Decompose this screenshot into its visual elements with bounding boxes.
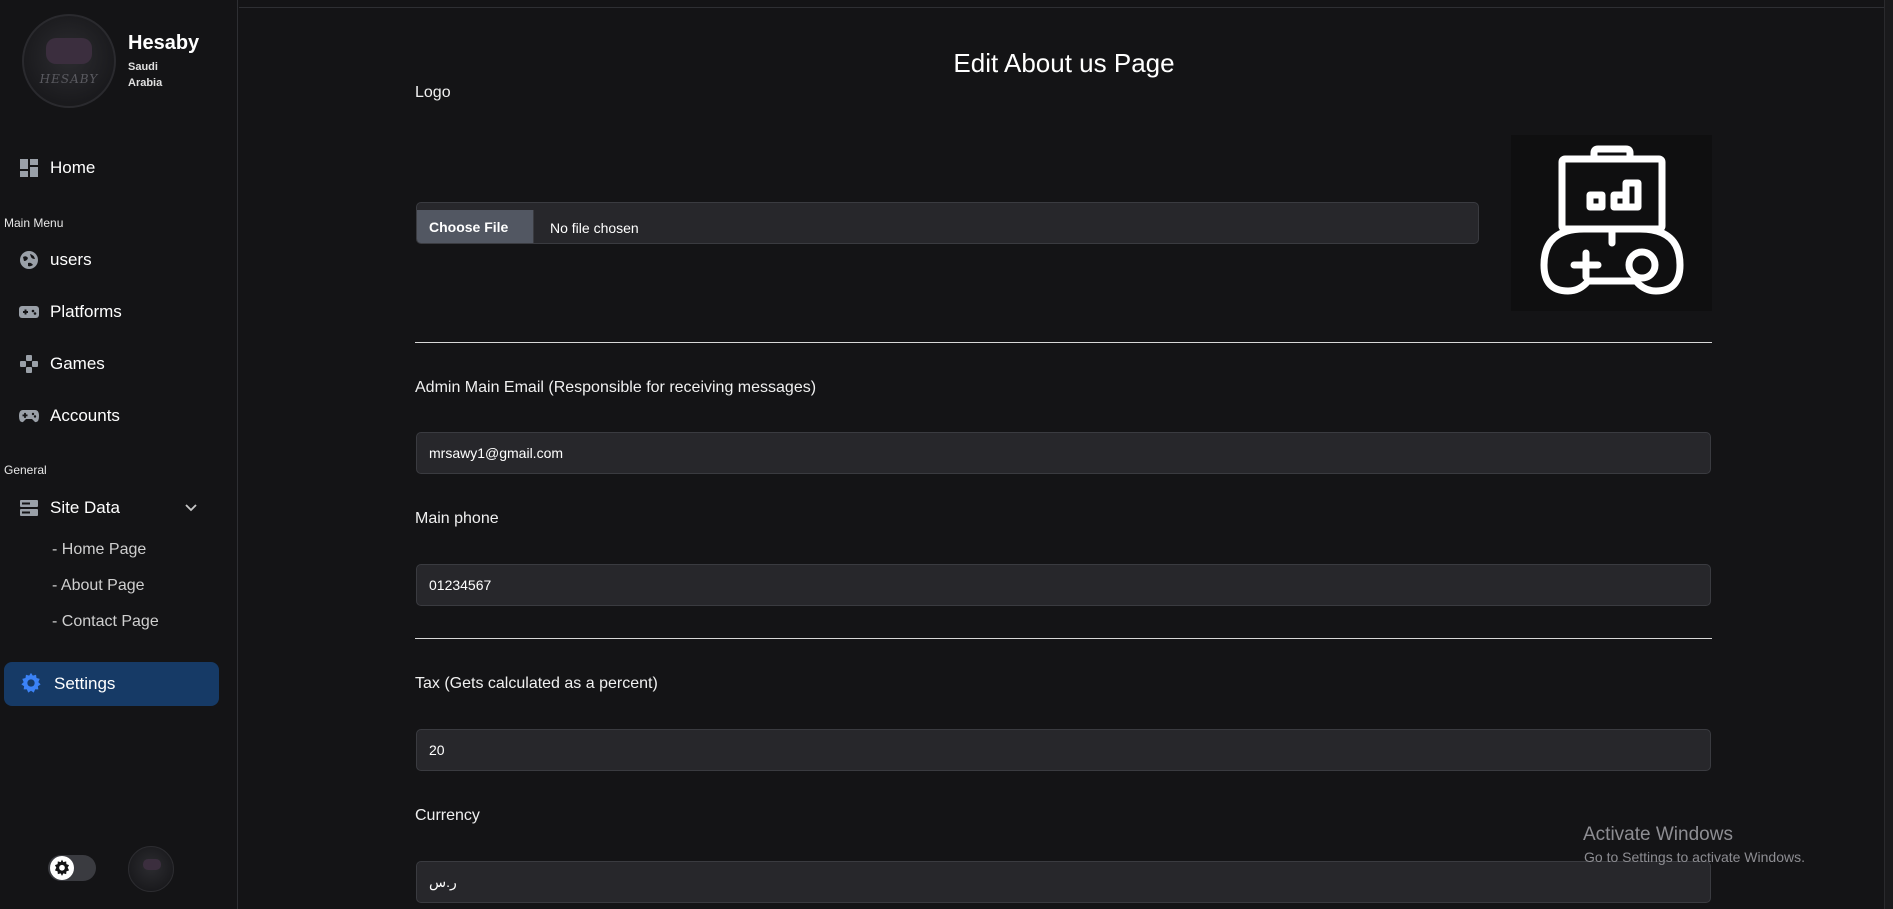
activate-windows-title: Activate Windows [1583, 824, 1733, 845]
tax-label: Tax (Gets calculated as a percent) [415, 675, 658, 692]
file-status: No file chosen [550, 220, 639, 236]
brand-name: Hesaby [128, 32, 200, 54]
logo-label: Logo [415, 84, 451, 101]
phone-field[interactable]: 01234567 [416, 564, 1711, 606]
sidebar-item-games[interactable]: Games [18, 352, 105, 376]
sidebar-item-settings[interactable]: Settings [4, 662, 219, 706]
tax-field[interactable]: 20 [416, 729, 1711, 771]
sidebar-item-label: users [50, 250, 92, 269]
section-divider [415, 342, 1712, 343]
page-title: Edit About us Page [953, 48, 1175, 78]
server-icon [18, 497, 40, 519]
scrollbar[interactable] [1884, 0, 1893, 909]
globe-icon [18, 249, 40, 271]
section-divider [415, 638, 1712, 639]
header-divider [239, 7, 1884, 8]
section-label-main-menu: Main Menu [4, 216, 64, 230]
dpad-icon [18, 353, 40, 375]
sidebar-subitem-about-page[interactable]: - About Page [52, 577, 145, 595]
sidebar-item-site-data[interactable]: Site Data [18, 496, 120, 520]
gamepad-icon [18, 405, 40, 427]
email-field[interactable]: mrsawy1@gmail.com [416, 432, 1711, 474]
currency-label: Currency [415, 807, 480, 824]
section-label-general: General [4, 463, 47, 477]
brand[interactable]: HESABY Hesaby Saudi Arabia [22, 14, 199, 108]
sidebar-subitem-contact-page[interactable]: - Contact Page [52, 613, 159, 631]
sidebar-item-label: Home [50, 158, 96, 177]
logo-preview [1511, 135, 1712, 311]
brand-subtitle: Saudi Arabia [128, 61, 163, 89]
sidebar-item-label: Settings [54, 674, 116, 693]
brand-logo-word: HESABY [39, 72, 99, 86]
sidebar-item-label: Platforms [50, 302, 122, 321]
avatar[interactable] [128, 846, 174, 892]
phone-label: Main phone [415, 510, 499, 527]
brand-logo: HESABY [22, 14, 116, 108]
dashboard-icon [18, 157, 40, 179]
game-console-logo-icon [1540, 145, 1683, 295]
console-icon [18, 301, 40, 323]
sidebar-subitem-home-page[interactable]: - Home Page [52, 541, 146, 559]
currency-field[interactable]: ر.س [416, 861, 1711, 903]
sidebar: HESABY Hesaby Saudi Arabia Home Main Men… [0, 0, 238, 909]
logo-file-input[interactable]: Choose File No file chosen [416, 202, 1479, 244]
sidebar-item-accounts[interactable]: Accounts [18, 404, 120, 428]
sidebar-item-label: Games [50, 354, 105, 373]
sun-icon [54, 859, 70, 876]
sidebar-item-users[interactable]: users [18, 248, 92, 272]
theme-toggle[interactable] [48, 855, 96, 881]
sidebar-item-label: Site Data [50, 498, 120, 517]
sidebar-item-home[interactable]: Home [18, 156, 95, 180]
gear-icon [20, 672, 44, 696]
email-label: Admin Main Email (Responsible for receiv… [415, 379, 817, 396]
choose-file-button[interactable]: Choose File [417, 210, 534, 243]
chevron-down-icon[interactable] [184, 500, 198, 518]
sidebar-item-platforms[interactable]: Platforms [18, 300, 122, 324]
sidebar-item-label: Accounts [50, 406, 120, 425]
activate-windows-subtitle: Go to Settings to activate Windows. [1584, 849, 1805, 865]
